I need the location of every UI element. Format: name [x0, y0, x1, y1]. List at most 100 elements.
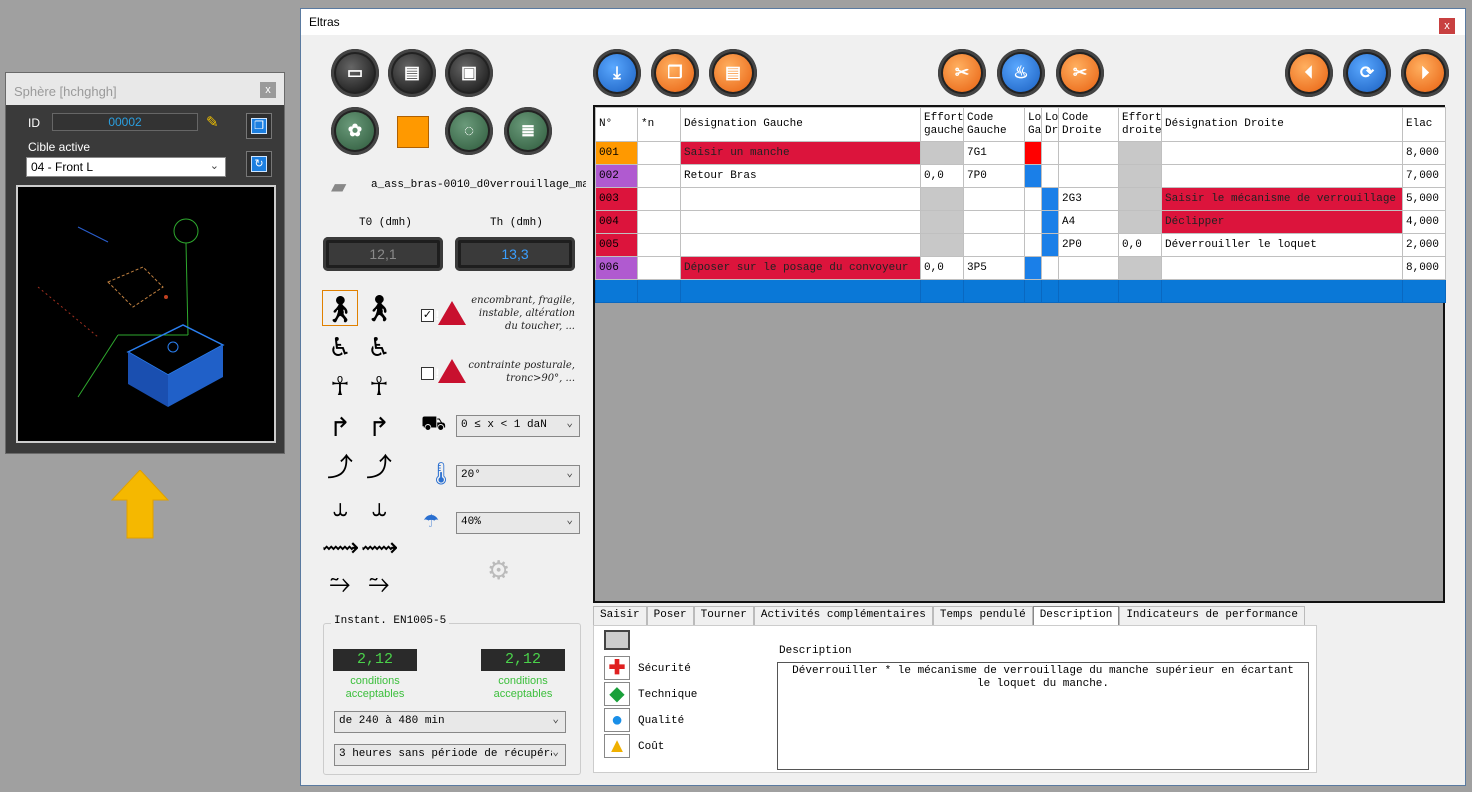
column-header[interactable]: Elac: [1402, 107, 1446, 142]
open-button[interactable]: ▭: [331, 49, 379, 97]
cell-cg[interactable]: 7G1: [963, 141, 1025, 165]
posture-crouch-right[interactable]: ⤴: [361, 449, 397, 485]
cell-empty[interactable]: [680, 279, 921, 303]
posture-kneel-left[interactable]: ⥿: [322, 489, 358, 525]
table-row[interactable]: 004 A4 Déclipper 4,000: [595, 210, 1446, 234]
copy-button[interactable]: ❐: [651, 49, 699, 97]
posture-bent-left[interactable]: ↱: [322, 409, 358, 445]
recovery-select[interactable]: 3 heures sans période de récupéra ⌄: [334, 744, 566, 766]
posture-prone-left[interactable]: ⥲: [322, 565, 358, 601]
cell-ed[interactable]: [1118, 256, 1162, 280]
cell-dg[interactable]: [680, 187, 921, 211]
column-header[interactable]: Code Gauche: [963, 107, 1025, 142]
cell-dd[interactable]: Déclipper: [1161, 210, 1403, 234]
cell-ed[interactable]: 0,0: [1118, 233, 1162, 257]
cell-elac[interactable]: 8,000: [1402, 141, 1446, 165]
tab-tourner[interactable]: Tourner: [693, 606, 754, 625]
sphere-close-button[interactable]: x: [260, 82, 276, 98]
cell-cd[interactable]: [1058, 141, 1119, 165]
blue-circle-icon[interactable]: ●: [604, 708, 630, 732]
target-select[interactable]: 04 - Front L ⌄: [26, 157, 226, 177]
posture-arms-up-right[interactable]: ☥: [361, 368, 397, 404]
cell-star[interactable]: [637, 233, 681, 257]
cell-empty[interactable]: [1024, 279, 1042, 303]
posture-bent-right[interactable]: ↱: [361, 409, 397, 445]
cell-empty[interactable]: [1402, 279, 1446, 303]
cell-n[interactable]: 006: [595, 256, 638, 280]
3d-viewport[interactable]: [16, 185, 276, 443]
gears-icon[interactable]: ⚙: [487, 555, 510, 586]
grey-square-icon[interactable]: [604, 630, 630, 650]
fire-button[interactable]: ♨: [997, 49, 1045, 97]
column-header[interactable]: *n: [637, 107, 681, 142]
cell-lg[interactable]: [1024, 233, 1042, 257]
cell-lg[interactable]: [1024, 210, 1042, 234]
cut-alt-button[interactable]: ✂: [1056, 49, 1104, 97]
tab-description[interactable]: Description: [1032, 606, 1120, 625]
cell-empty[interactable]: [920, 279, 964, 303]
cell-dg[interactable]: [680, 233, 921, 257]
cell-cg[interactable]: [963, 187, 1025, 211]
cell-ld[interactable]: [1041, 141, 1059, 165]
cell-empty[interactable]: [963, 279, 1025, 303]
cell-cg[interactable]: 3P5: [963, 256, 1025, 280]
cell-eg[interactable]: 0,0: [920, 164, 964, 188]
operations-grid[interactable]: N° *n Désignation Gauche Effort gauche Code …: [593, 105, 1446, 603]
cell-ed[interactable]: [1118, 141, 1162, 165]
import-button[interactable]: ⤓: [593, 49, 641, 97]
red-cross-icon[interactable]: ✚: [604, 656, 630, 680]
cell-cd[interactable]: 2P0: [1058, 233, 1119, 257]
cell-cg[interactable]: 7P0: [963, 164, 1025, 188]
cell-cd[interactable]: [1058, 164, 1119, 188]
cell-dd[interactable]: Saisir le mécanisme de verrouillage: [1161, 187, 1403, 211]
cell-n[interactable]: 003: [595, 187, 638, 211]
cell-elac[interactable]: 7,000: [1402, 164, 1446, 188]
cell-star[interactable]: [637, 256, 681, 280]
cell-ed[interactable]: [1118, 187, 1162, 211]
posture-arms-up-left[interactable]: ☥: [322, 368, 358, 404]
green-diamond-icon[interactable]: ◆: [604, 682, 630, 706]
next-button[interactable]: ⏵: [1401, 49, 1449, 97]
cell-lg[interactable]: [1024, 164, 1042, 188]
cell-cd[interactable]: 2G3: [1058, 187, 1119, 211]
column-header[interactable]: Désignation Gauche: [680, 107, 921, 142]
column-header[interactable]: Lo Ga: [1024, 107, 1042, 142]
temperature-select[interactable]: 20° ⌄: [456, 465, 580, 487]
window-button[interactable]: ❐: [246, 113, 272, 139]
palette-button[interactable]: ✿: [331, 107, 379, 155]
cell-elac[interactable]: 5,000: [1402, 187, 1446, 211]
cell-empty[interactable]: [1041, 279, 1059, 303]
posture-sitting-left[interactable]: ♿︎: [322, 329, 358, 365]
cut-button[interactable]: ✂: [938, 49, 986, 97]
cell-ed[interactable]: [1118, 164, 1162, 188]
cell-n[interactable]: 005: [595, 233, 638, 257]
cell-lg[interactable]: [1024, 256, 1042, 280]
cell-dg[interactable]: Déposer sur le posage du convoyeur: [680, 256, 921, 280]
previous-button[interactable]: ⏴: [1285, 49, 1333, 97]
posture-crouch-left[interactable]: ⤴: [322, 449, 358, 485]
cell-ld[interactable]: [1041, 256, 1059, 280]
cell-cg[interactable]: [963, 210, 1025, 234]
cell-eg[interactable]: 0,0: [920, 256, 964, 280]
cell-dg[interactable]: Retour Bras: [680, 164, 921, 188]
cell-cg[interactable]: [963, 233, 1025, 257]
tab-temps-pendul-[interactable]: Temps pendulé: [932, 606, 1033, 625]
posture-lying-right[interactable]: ⟿: [361, 529, 398, 565]
refresh-button[interactable]: ↻: [246, 151, 272, 177]
cell-elac[interactable]: 4,000: [1402, 210, 1446, 234]
cell-ld[interactable]: [1041, 210, 1059, 234]
cell-ed[interactable]: [1118, 210, 1162, 234]
cell-empty[interactable]: [1118, 279, 1162, 303]
cell-eg[interactable]: [920, 187, 964, 211]
humidity-select[interactable]: 40% ⌄: [456, 512, 580, 534]
cell-dd[interactable]: [1161, 164, 1403, 188]
target-button[interactable]: ◌: [445, 107, 493, 155]
cell-empty[interactable]: [637, 279, 681, 303]
description-text[interactable]: Déverrouiller * le mécanisme de verrouil…: [777, 662, 1309, 770]
save-button[interactable]: ▣: [445, 49, 493, 97]
cell-star[interactable]: [637, 141, 681, 165]
cell-dd[interactable]: [1161, 256, 1403, 280]
tab-indicateurs-de-performance[interactable]: Indicateurs de performance: [1119, 606, 1305, 625]
duration-select[interactable]: de 240 à 480 min ⌄: [334, 711, 566, 733]
table-row[interactable]: 003 2G3 Saisir le mécanisme de verrouillag…: [595, 187, 1446, 211]
